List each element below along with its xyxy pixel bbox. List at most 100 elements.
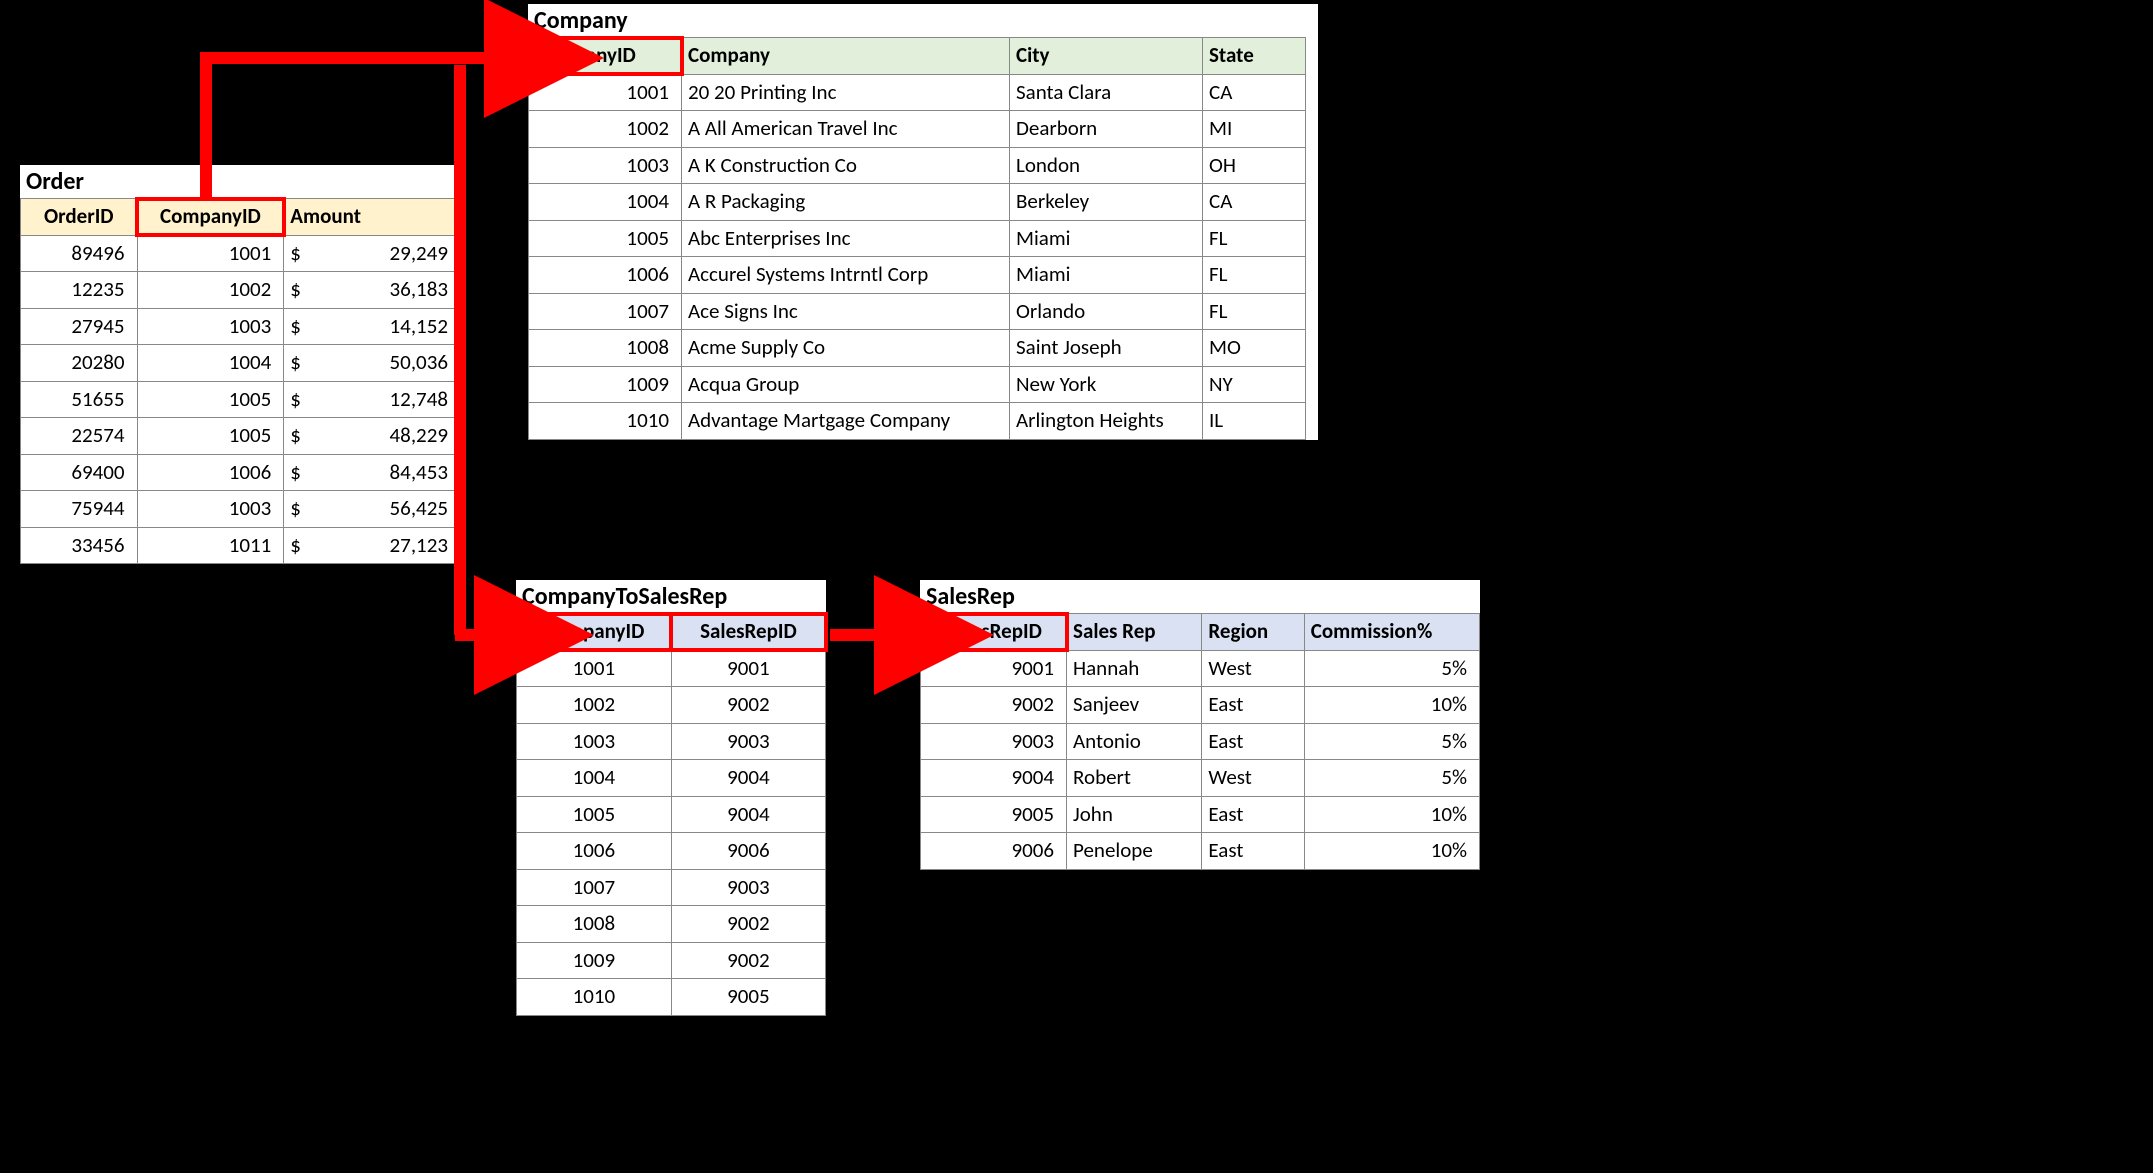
company-cell-state: CA [1203, 184, 1306, 221]
company-cell-name: Acqua Group [682, 366, 1010, 403]
order-cell-orderid: 69400 [21, 454, 138, 491]
order-cell-amount: $50,036 [284, 345, 455, 382]
company-cell-state: NY [1203, 366, 1306, 403]
table-row: 1006Accurel Systems Intrntl CorpMiamiFL [529, 257, 1306, 294]
table-row: 9005JohnEast10% [921, 796, 1480, 833]
company-cell-id: 1010 [529, 403, 682, 440]
company-cell-id: 1006 [529, 257, 682, 294]
salesrep-cell-id: 9006 [921, 833, 1067, 870]
salesrep-cell-comm: 5% [1304, 723, 1479, 760]
salesrep-cell-region: West [1202, 760, 1304, 797]
order-cell-orderid: 22574 [21, 418, 138, 455]
table-row: 10069006 [517, 833, 826, 870]
table-row: 1005Abc Enterprises IncMiamiFL [529, 220, 1306, 257]
company-cell-city: Miami [1010, 220, 1203, 257]
c2s-cell-salesrepid: 9003 [671, 723, 825, 760]
order-grid: OrderID CompanyID Amount 894961001$29,24… [20, 198, 455, 564]
salesrep-hdr-comm: Commission% [1304, 614, 1479, 651]
salesrep-cell-region: East [1202, 723, 1304, 760]
table-row: 334561011$27,123 [21, 527, 455, 564]
order-hdr-amount: Amount [284, 199, 455, 236]
c2s-cell-salesrepid: 9004 [671, 760, 825, 797]
table-row: 9001HannahWest5% [921, 650, 1480, 687]
company-cell-city: Arlington Heights [1010, 403, 1203, 440]
company-cell-id: 1004 [529, 184, 682, 221]
order-cell-amount: $27,123 [284, 527, 455, 564]
order-cell-orderid: 33456 [21, 527, 138, 564]
salesrep-table: SalesRep SalesRepID Sales Rep Region Com… [920, 580, 1480, 870]
table-row: 1004A R PackagingBerkeleyCA [529, 184, 1306, 221]
order-cell-orderid: 27945 [21, 308, 138, 345]
company-cell-city: Miami [1010, 257, 1203, 294]
c2s-cell-companyid: 1006 [517, 833, 672, 870]
company-cell-id: 1002 [529, 111, 682, 148]
table-row: 759441003$56,425 [21, 491, 455, 528]
c2s-cell-salesrepid: 9004 [671, 796, 825, 833]
company-cell-name: A K Construction Co [682, 147, 1010, 184]
table-row: 202801004$50,036 [21, 345, 455, 382]
table-row: 1002A All American Travel IncDearbornMI [529, 111, 1306, 148]
table-row: 10079003 [517, 869, 826, 906]
company-table: Company CompanyID Company City State 100… [528, 4, 1318, 440]
salesrep-cell-id: 9002 [921, 687, 1067, 724]
company-cell-state: CA [1203, 74, 1306, 111]
salesrep-hdr-region: Region [1202, 614, 1304, 651]
company-cell-state: FL [1203, 220, 1306, 257]
company-cell-id: 1008 [529, 330, 682, 367]
c2s-cell-salesrepid: 9002 [671, 942, 825, 979]
company-cell-id: 1009 [529, 366, 682, 403]
salesrep-cell-comm: 5% [1304, 650, 1479, 687]
company-cell-id: 1007 [529, 293, 682, 330]
order-cell-companyid: 1003 [137, 308, 284, 345]
company-cell-state: MO [1203, 330, 1306, 367]
salesrep-cell-region: East [1202, 796, 1304, 833]
arrow-order-to-c2s [455, 65, 510, 635]
order-hdr-orderid: OrderID [21, 199, 138, 236]
c2s-cell-companyid: 1002 [517, 687, 672, 724]
table-row: 1008Acme Supply CoSaint JosephMO [529, 330, 1306, 367]
order-cell-orderid: 20280 [21, 345, 138, 382]
salesrep-grid: SalesRepID Sales Rep Region Commission% … [920, 613, 1480, 870]
salesrep-cell-region: East [1202, 833, 1304, 870]
salesrep-hdr-id: SalesRepID [921, 614, 1067, 651]
order-cell-companyid: 1003 [137, 491, 284, 528]
order-cell-amount: $29,249 [284, 235, 455, 272]
company-cell-city: London [1010, 147, 1203, 184]
table-row: 10109005 [517, 979, 826, 1016]
salesrep-cell-name: Hannah [1067, 650, 1202, 687]
c2s-cell-companyid: 1010 [517, 979, 672, 1016]
company-cell-state: IL [1203, 403, 1306, 440]
c2s-cell-salesrepid: 9003 [671, 869, 825, 906]
order-cell-amount: $14,152 [284, 308, 455, 345]
company-cell-name: A R Packaging [682, 184, 1010, 221]
order-hdr-companyid: CompanyID [137, 199, 284, 236]
order-cell-amount: $48,229 [284, 418, 455, 455]
table-row: 1007Ace Signs IncOrlandoFL [529, 293, 1306, 330]
c2s-cell-companyid: 1001 [517, 650, 672, 687]
salesrep-cell-id: 9005 [921, 796, 1067, 833]
table-row: 9002SanjeevEast10% [921, 687, 1480, 724]
company-hdr-companyid: CompanyID [529, 38, 682, 75]
order-cell-orderid: 12235 [21, 272, 138, 309]
c2s-cell-companyid: 1004 [517, 760, 672, 797]
table-row: 10059004 [517, 796, 826, 833]
company-cell-city: Dearborn [1010, 111, 1203, 148]
c2s-cell-companyid: 1009 [517, 942, 672, 979]
salesrep-cell-name: John [1067, 796, 1202, 833]
order-cell-amount: $12,748 [284, 381, 455, 418]
salesrep-cell-id: 9004 [921, 760, 1067, 797]
company-cell-city: Berkeley [1010, 184, 1203, 221]
company-cell-name: Abc Enterprises Inc [682, 220, 1010, 257]
c2s-grid: CompanyID SalesRepID 1001900110029002100… [516, 613, 826, 1016]
salesrep-cell-region: East [1202, 687, 1304, 724]
company-cell-state: OH [1203, 147, 1306, 184]
order-cell-orderid: 75944 [21, 491, 138, 528]
order-cell-amount: $84,453 [284, 454, 455, 491]
company-cell-city: Orlando [1010, 293, 1203, 330]
table-row: 9003AntonioEast5% [921, 723, 1480, 760]
table-row: 122351002$36,183 [21, 272, 455, 309]
company-cell-state: FL [1203, 257, 1306, 294]
order-cell-companyid: 1005 [137, 381, 284, 418]
company-cell-id: 1003 [529, 147, 682, 184]
company-cell-name: Advantage Martgage Company [682, 403, 1010, 440]
